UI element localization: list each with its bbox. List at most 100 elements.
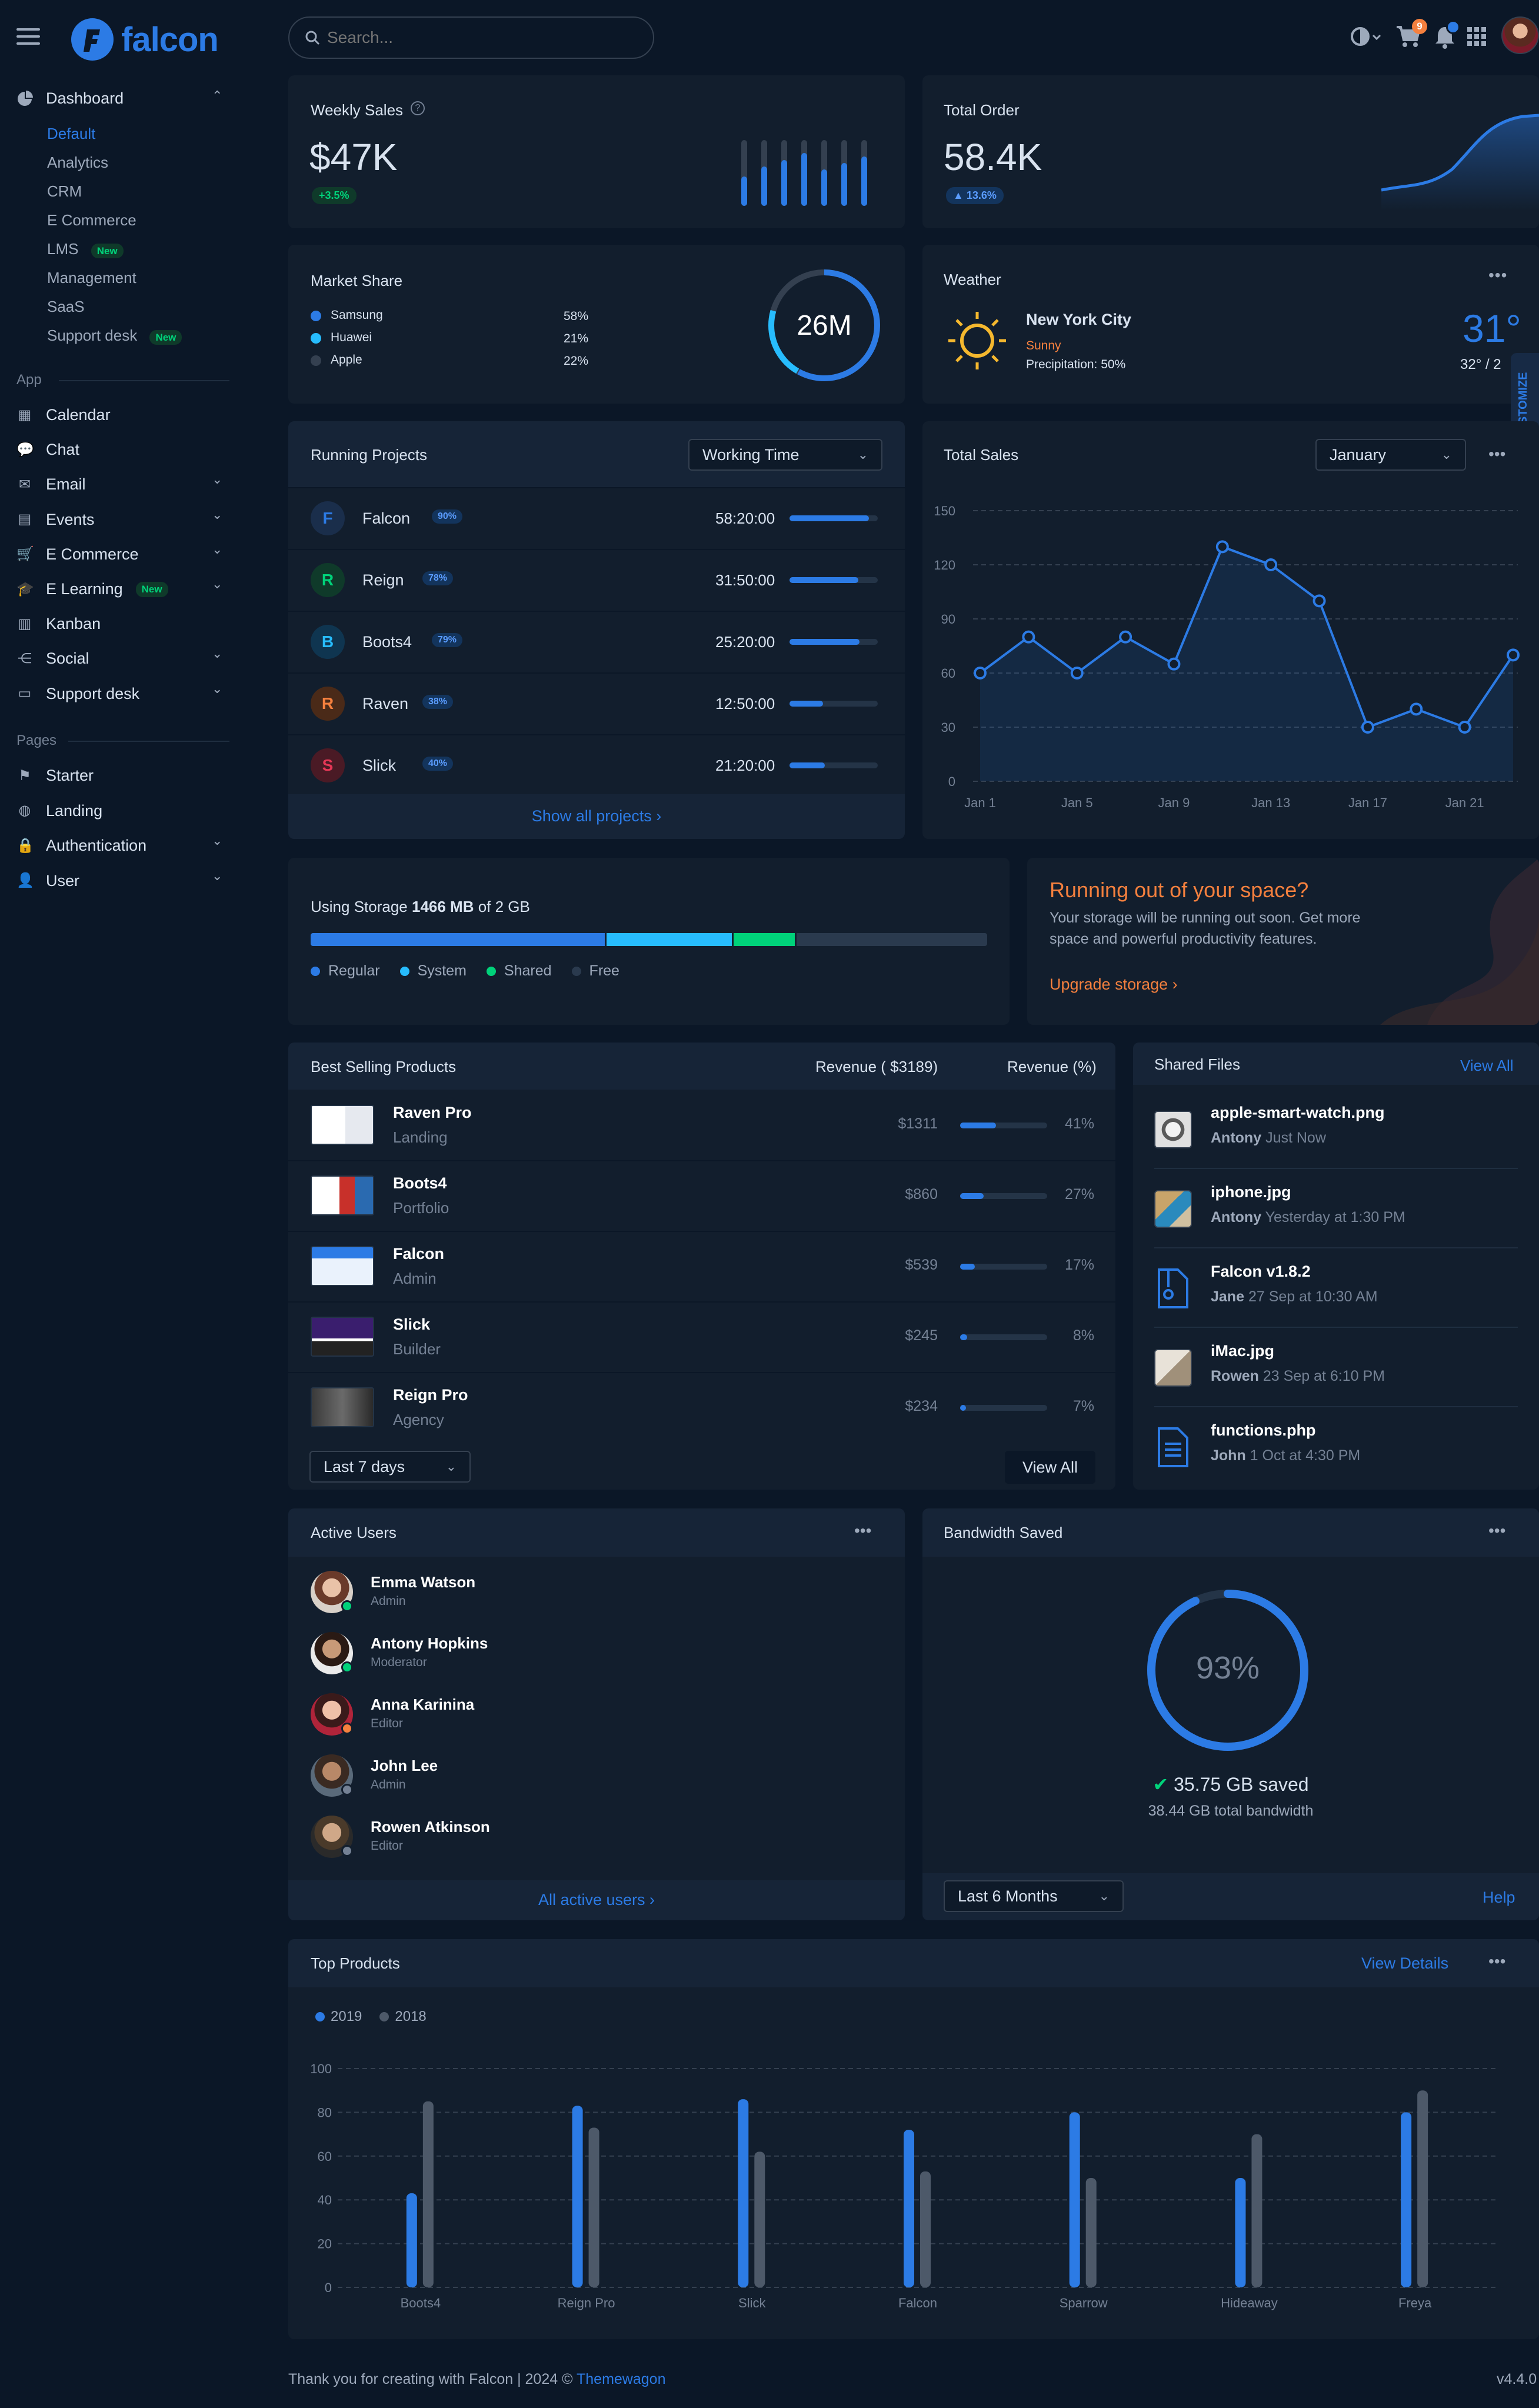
sidebar-subitem[interactable]: SaaS: [47, 298, 85, 316]
project-row[interactable]: R Reign 78% 31:50:00: [288, 549, 905, 611]
bar[interactable]: [406, 2193, 417, 2287]
bar[interactable]: [1085, 2178, 1097, 2287]
data-point[interactable]: [1507, 648, 1520, 662]
file-row[interactable]: functions.php John 1 Oct at 4:30 PM: [1133, 1411, 1539, 1481]
user-row[interactable]: Anna Karinina Editor: [288, 1690, 905, 1743]
info-icon[interactable]: ?: [411, 101, 425, 115]
product-row[interactable]: Falcon Admin $539 17%: [288, 1231, 1115, 1301]
sidebar-dashboard[interactable]: Dashboard: [16, 89, 124, 108]
sidebar-subitem[interactable]: Default: [47, 125, 95, 143]
data-point[interactable]: [1119, 630, 1132, 644]
bar[interactable]: [1235, 2178, 1246, 2287]
sidebar-item[interactable]: 🎓 E Learning New: [16, 580, 168, 598]
month-select[interactable]: January ⌄: [1315, 439, 1466, 471]
chevron-down-icon[interactable]: ⌄: [212, 542, 222, 557]
sidebar-item[interactable]: ⚑ Starter: [16, 767, 94, 785]
sidebar-subitem[interactable]: Analytics: [47, 154, 108, 172]
chevron-down-icon[interactable]: ⌄: [212, 681, 222, 697]
more-options-icon[interactable]: •••: [1488, 445, 1505, 464]
help-link[interactable]: Help: [1483, 1889, 1515, 1907]
notification-bell-icon[interactable]: [1433, 20, 1460, 52]
project-row[interactable]: B Boots4 79% 25:20:00: [288, 611, 905, 672]
data-point[interactable]: [1313, 594, 1326, 608]
sidebar-item[interactable]: ✉ Email: [16, 475, 86, 494]
working-time-select[interactable]: Working Time ⌄: [688, 439, 882, 471]
sidebar-item[interactable]: 👤 User: [16, 872, 79, 890]
period-select[interactable]: Last 7 days ⌄: [309, 1451, 471, 1483]
data-point[interactable]: [1458, 721, 1471, 734]
user-avatar[interactable]: [1501, 16, 1539, 54]
brand-logo[interactable]: falcon: [69, 16, 219, 62]
sidebar-item[interactable]: 💬 Chat: [16, 441, 79, 459]
bar[interactable]: [588, 2127, 599, 2287]
shared-files-view-all[interactable]: View All: [1460, 1057, 1514, 1075]
more-options-icon[interactable]: •••: [1488, 1952, 1505, 1971]
sidebar-item[interactable]: 🔒 Authentication: [16, 837, 146, 855]
sidebar-item[interactable]: ⋲ Social: [16, 650, 89, 668]
sidebar-subitem[interactable]: Support desk New: [47, 327, 182, 345]
menu-toggle-icon[interactable]: [16, 28, 40, 46]
user-row[interactable]: Emma Watson Admin: [288, 1567, 905, 1620]
product-row[interactable]: Slick Builder $245 8%: [288, 1301, 1115, 1372]
chevron-down-icon[interactable]: ⌄: [212, 646, 222, 661]
chevron-down-icon[interactable]: ⌄: [212, 577, 222, 592]
more-options-icon[interactable]: •••: [1488, 266, 1507, 285]
bar[interactable]: [422, 2101, 434, 2287]
data-point[interactable]: [1022, 630, 1035, 644]
view-all-button[interactable]: View All: [1005, 1451, 1095, 1484]
chevron-up-icon[interactable]: ⌃: [212, 88, 222, 104]
data-point[interactable]: [974, 667, 987, 680]
sidebar-subitem[interactable]: E Commerce: [47, 211, 136, 229]
bar[interactable]: [738, 2099, 749, 2287]
product-row[interactable]: Raven Pro Landing $1311 41%: [288, 1090, 1115, 1160]
sidebar-item[interactable]: 🛒 E Commerce: [16, 545, 139, 564]
search-box[interactable]: [288, 16, 654, 59]
sidebar-item[interactable]: ▥ Kanban: [16, 615, 101, 633]
bar[interactable]: [1069, 2112, 1080, 2287]
sidebar-subitem[interactable]: LMS New: [47, 240, 124, 258]
chevron-down-icon[interactable]: ⌄: [212, 833, 222, 848]
data-point[interactable]: [1361, 721, 1374, 734]
project-row[interactable]: F Falcon 90% 58:20:00: [288, 487, 905, 549]
bar[interactable]: [1251, 2134, 1262, 2287]
file-row[interactable]: iMac.jpg Rowen 23 Sep at 6:10 PM: [1133, 1331, 1539, 1402]
theme-toggle-icon[interactable]: [1350, 26, 1381, 50]
bar[interactable]: [1401, 2112, 1412, 2287]
more-options-icon[interactable]: •••: [854, 1521, 871, 1540]
user-row[interactable]: Antony Hopkins Moderator: [288, 1628, 905, 1681]
data-point[interactable]: [1215, 540, 1229, 554]
view-details-link[interactable]: View Details: [1361, 1954, 1448, 1973]
sidebar-item[interactable]: ▭ Support desk: [16, 685, 139, 703]
show-all-projects-link[interactable]: Show all projects ›: [288, 807, 905, 825]
chevron-down-icon[interactable]: ⌄: [212, 507, 222, 522]
data-point[interactable]: [1167, 657, 1181, 671]
apps-grid-icon[interactable]: [1467, 27, 1486, 49]
data-point[interactable]: [1410, 702, 1423, 716]
chevron-down-icon[interactable]: ⌄: [212, 472, 222, 487]
more-options-icon[interactable]: •••: [1488, 1521, 1505, 1540]
sidebar-subitem[interactable]: Management: [47, 269, 136, 287]
bar[interactable]: [1417, 2090, 1428, 2287]
bar[interactable]: [754, 2151, 765, 2287]
user-row[interactable]: Rowen Atkinson Editor: [288, 1812, 905, 1865]
data-point[interactable]: [1264, 558, 1278, 571]
search-input[interactable]: [327, 28, 633, 47]
legend-item[interactable]: 2019: [315, 2009, 362, 2025]
sidebar-item[interactable]: ▦ Calendar: [16, 406, 111, 424]
sidebar-item[interactable]: ▤ Events: [16, 511, 95, 529]
upgrade-storage-link[interactable]: Upgrade storage ›: [1050, 975, 1178, 994]
data-point[interactable]: [1070, 667, 1084, 680]
file-row[interactable]: apple-smart-watch.png Antony Just Now: [1133, 1093, 1539, 1164]
chevron-down-icon[interactable]: ⌄: [212, 868, 222, 884]
file-row[interactable]: iphone.jpg Antony Yesterday at 1:30 PM: [1133, 1173, 1539, 1243]
all-active-users-link[interactable]: All active users ›: [288, 1891, 905, 1909]
sidebar-subitem[interactable]: CRM: [47, 182, 82, 201]
months-select[interactable]: Last 6 Months ⌄: [944, 1880, 1124, 1912]
bar[interactable]: [572, 2106, 583, 2287]
sidebar-item[interactable]: ◍ Landing: [16, 802, 103, 820]
project-row[interactable]: S Slick 40% 21:20:00: [288, 734, 905, 796]
themewagon-link[interactable]: Themewagon: [577, 2371, 665, 2387]
project-row[interactable]: R Raven 38% 12:50:00: [288, 672, 905, 734]
legend-item[interactable]: 2018: [379, 2009, 427, 2025]
file-row[interactable]: Falcon v1.8.2 Jane 27 Sep at 10:30 AM: [1133, 1252, 1539, 1323]
